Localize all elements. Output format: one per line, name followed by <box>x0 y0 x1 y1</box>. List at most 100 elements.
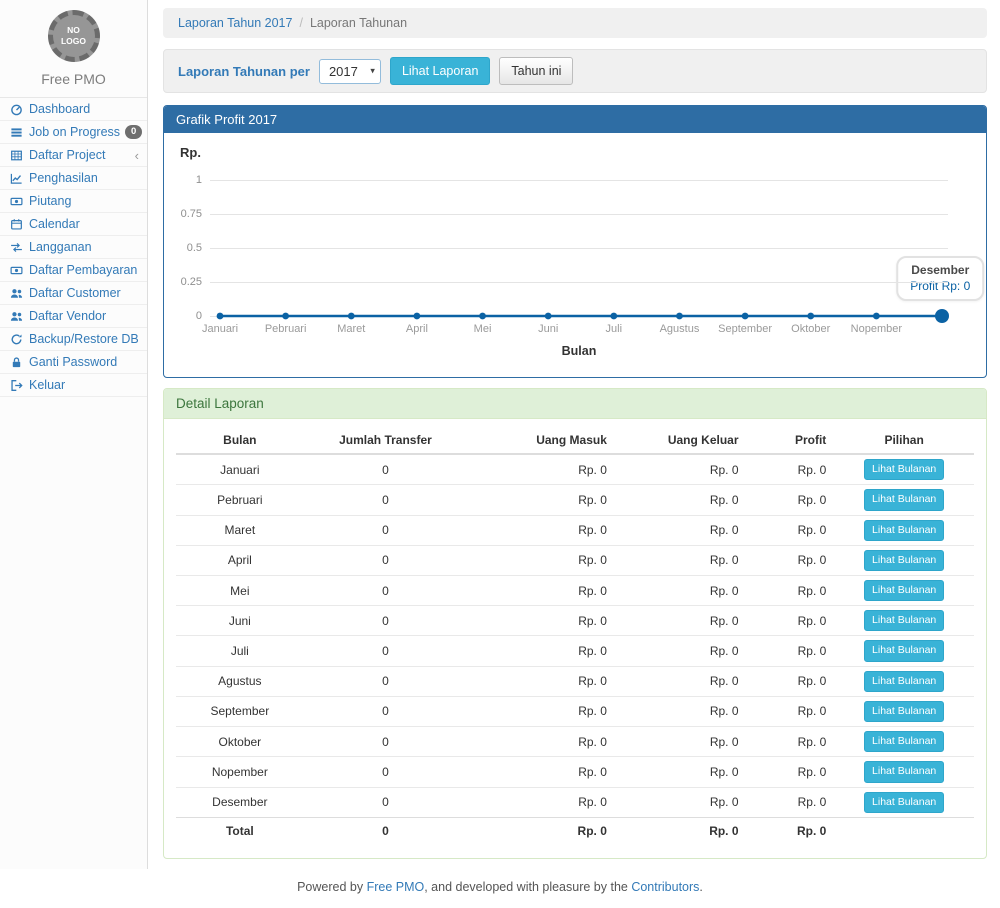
cell: Rp. 0 <box>747 485 835 515</box>
year-select[interactable]: 2017 <box>319 59 381 84</box>
sidebar-item-label: Keluar <box>29 378 141 392</box>
data-point[interactable] <box>742 313 749 320</box>
data-point[interactable] <box>545 313 552 320</box>
cell: Rp. 0 <box>747 666 835 696</box>
lihat-bulanan-button[interactable]: Lihat Bulanan <box>864 580 944 601</box>
sidebar-item-daftar-customer[interactable]: Daftar Customer <box>0 282 147 305</box>
sidebar-item-label: Penghasilan <box>29 171 141 185</box>
data-point[interactable] <box>676 313 683 320</box>
table-row: Januari0Rp. 0Rp. 0Rp. 0Lihat Bulanan <box>176 454 974 485</box>
sidebar-item-backup-restore-db[interactable]: Backup/Restore DB <box>0 328 147 351</box>
data-point[interactable] <box>348 313 355 320</box>
cell-action: Lihat Bulanan <box>834 515 974 545</box>
report-header-row: BulanJumlah TransferUang MasukUang Kelua… <box>176 427 974 454</box>
x-tick-label: Pebruari <box>265 323 307 335</box>
detail-laporan-panel: Detail Laporan BulanJumlah TransferUang … <box>163 388 987 859</box>
cell: 0 <box>304 454 468 485</box>
sign-out-icon <box>8 379 24 392</box>
cell: 0 <box>304 787 468 817</box>
footer-link-contributors[interactable]: Contributors <box>631 880 699 894</box>
x-tick-label: Agustus <box>660 323 700 335</box>
cell: Rp. 0 <box>747 545 835 575</box>
cell: September <box>176 696 304 726</box>
data-point[interactable] <box>282 313 289 320</box>
cell: Rp. 0 <box>615 757 747 787</box>
dashboard-icon <box>8 103 24 116</box>
data-point[interactable] <box>873 313 880 320</box>
table-row: April0Rp. 0Rp. 0Rp. 0Lihat Bulanan <box>176 545 974 575</box>
retweet-icon <box>8 241 24 254</box>
data-point[interactable] <box>217 313 224 320</box>
cell-action: Lihat Bulanan <box>834 545 974 575</box>
column-header: Profit <box>747 427 835 454</box>
cell-action: Lihat Bulanan <box>834 757 974 787</box>
x-tick-label: Mei <box>474 323 492 335</box>
sidebar-item-keluar[interactable]: Keluar <box>0 374 147 397</box>
lihat-bulanan-button[interactable]: Lihat Bulanan <box>864 640 944 661</box>
cell: Rp. 0 <box>467 454 615 485</box>
cell: Rp. 0 <box>467 515 615 545</box>
lihat-bulanan-button[interactable]: Lihat Bulanan <box>864 671 944 692</box>
profit-line-series[interactable] <box>210 180 948 316</box>
lihat-bulanan-button[interactable]: Lihat Bulanan <box>864 459 944 480</box>
sidebar-item-calendar[interactable]: Calendar <box>0 213 147 236</box>
sidebar-item-penghasilan[interactable]: Penghasilan <box>0 167 147 190</box>
sidebar-item-ganti-password[interactable]: Ganti Password <box>0 351 147 374</box>
sidebar-item-daftar-pembayaran[interactable]: Daftar Pembayaran <box>0 259 147 282</box>
data-point[interactable] <box>610 313 617 320</box>
job-count-badge: 0 <box>125 125 142 139</box>
table-row: Mei0Rp. 0Rp. 0Rp. 0Lihat Bulanan <box>176 576 974 606</box>
cell: Nopember <box>176 757 304 787</box>
cell: 0 <box>304 727 468 757</box>
refresh-icon <box>8 333 24 346</box>
cell: 0 <box>304 576 468 606</box>
sidebar-item-dashboard[interactable]: Dashboard <box>0 98 147 121</box>
data-point[interactable] <box>414 313 421 320</box>
table-row: Juni0Rp. 0Rp. 0Rp. 0Lihat Bulanan <box>176 606 974 636</box>
cell: Rp. 0 <box>467 666 615 696</box>
sidebar-item-label: Daftar Customer <box>29 286 141 300</box>
sidebar-item-job-on-progress[interactable]: Job on Progress0 <box>0 121 147 144</box>
y-tick-label: 0.25 <box>164 276 202 288</box>
lihat-bulanan-button[interactable]: Lihat Bulanan <box>864 731 944 752</box>
data-point[interactable] <box>807 313 814 320</box>
main-content: Laporan Tahun 2017/Laporan Tahunan Lapor… <box>148 0 1000 869</box>
sidebar-item-daftar-project[interactable]: Daftar Project‹ <box>0 144 147 167</box>
breadcrumb-link-laporan-tahun[interactable]: Laporan Tahun 2017 <box>178 16 292 30</box>
sidebar-item-daftar-vendor[interactable]: Daftar Vendor <box>0 305 147 328</box>
data-point[interactable] <box>479 313 486 320</box>
cell: Rp. 0 <box>747 636 835 666</box>
total-cell: Rp. 0 <box>615 817 747 844</box>
app-root: NO LOGO Free PMO DashboardJob on Progres… <box>0 0 1000 869</box>
column-header: Bulan <box>176 427 304 454</box>
x-tick-label: Januari <box>202 323 238 335</box>
cell: Rp. 0 <box>467 727 615 757</box>
lock-icon <box>8 356 24 369</box>
cell: Rp. 0 <box>747 576 835 606</box>
lihat-bulanan-button[interactable]: Lihat Bulanan <box>864 701 944 722</box>
sidebar-item-langganan[interactable]: Langganan <box>0 236 147 259</box>
cell: Rp. 0 <box>615 454 747 485</box>
lihat-bulanan-button[interactable]: Lihat Bulanan <box>864 489 944 510</box>
sidebar-item-piutang[interactable]: Piutang <box>0 190 147 213</box>
profit-chart-plot[interactable]: Bulan Desember Profit Rp: 0 00.250.50.75… <box>210 180 948 316</box>
table-row: Pebruari0Rp. 0Rp. 0Rp. 0Lihat Bulanan <box>176 485 974 515</box>
tasks-icon <box>8 126 24 139</box>
lihat-laporan-button[interactable]: Lihat Laporan <box>390 57 490 85</box>
cell-action: Lihat Bulanan <box>834 727 974 757</box>
tahun-ini-button[interactable]: Tahun ini <box>499 57 573 85</box>
cell: Rp. 0 <box>615 485 747 515</box>
table-row: Juli0Rp. 0Rp. 0Rp. 0Lihat Bulanan <box>176 636 974 666</box>
breadcrumb: Laporan Tahun 2017/Laporan Tahunan <box>163 8 987 38</box>
lihat-bulanan-button[interactable]: Lihat Bulanan <box>864 520 944 541</box>
cell: Rp. 0 <box>467 545 615 575</box>
cell: Juni <box>176 606 304 636</box>
column-header: Uang Masuk <box>467 427 615 454</box>
lihat-bulanan-button[interactable]: Lihat Bulanan <box>864 550 944 571</box>
users-icon <box>8 310 24 323</box>
footer-link-free-pmo[interactable]: Free PMO <box>367 880 425 894</box>
lihat-bulanan-button[interactable]: Lihat Bulanan <box>864 610 944 631</box>
data-point-hovered[interactable] <box>935 309 949 323</box>
lihat-bulanan-button[interactable]: Lihat Bulanan <box>864 792 944 813</box>
lihat-bulanan-button[interactable]: Lihat Bulanan <box>864 761 944 782</box>
